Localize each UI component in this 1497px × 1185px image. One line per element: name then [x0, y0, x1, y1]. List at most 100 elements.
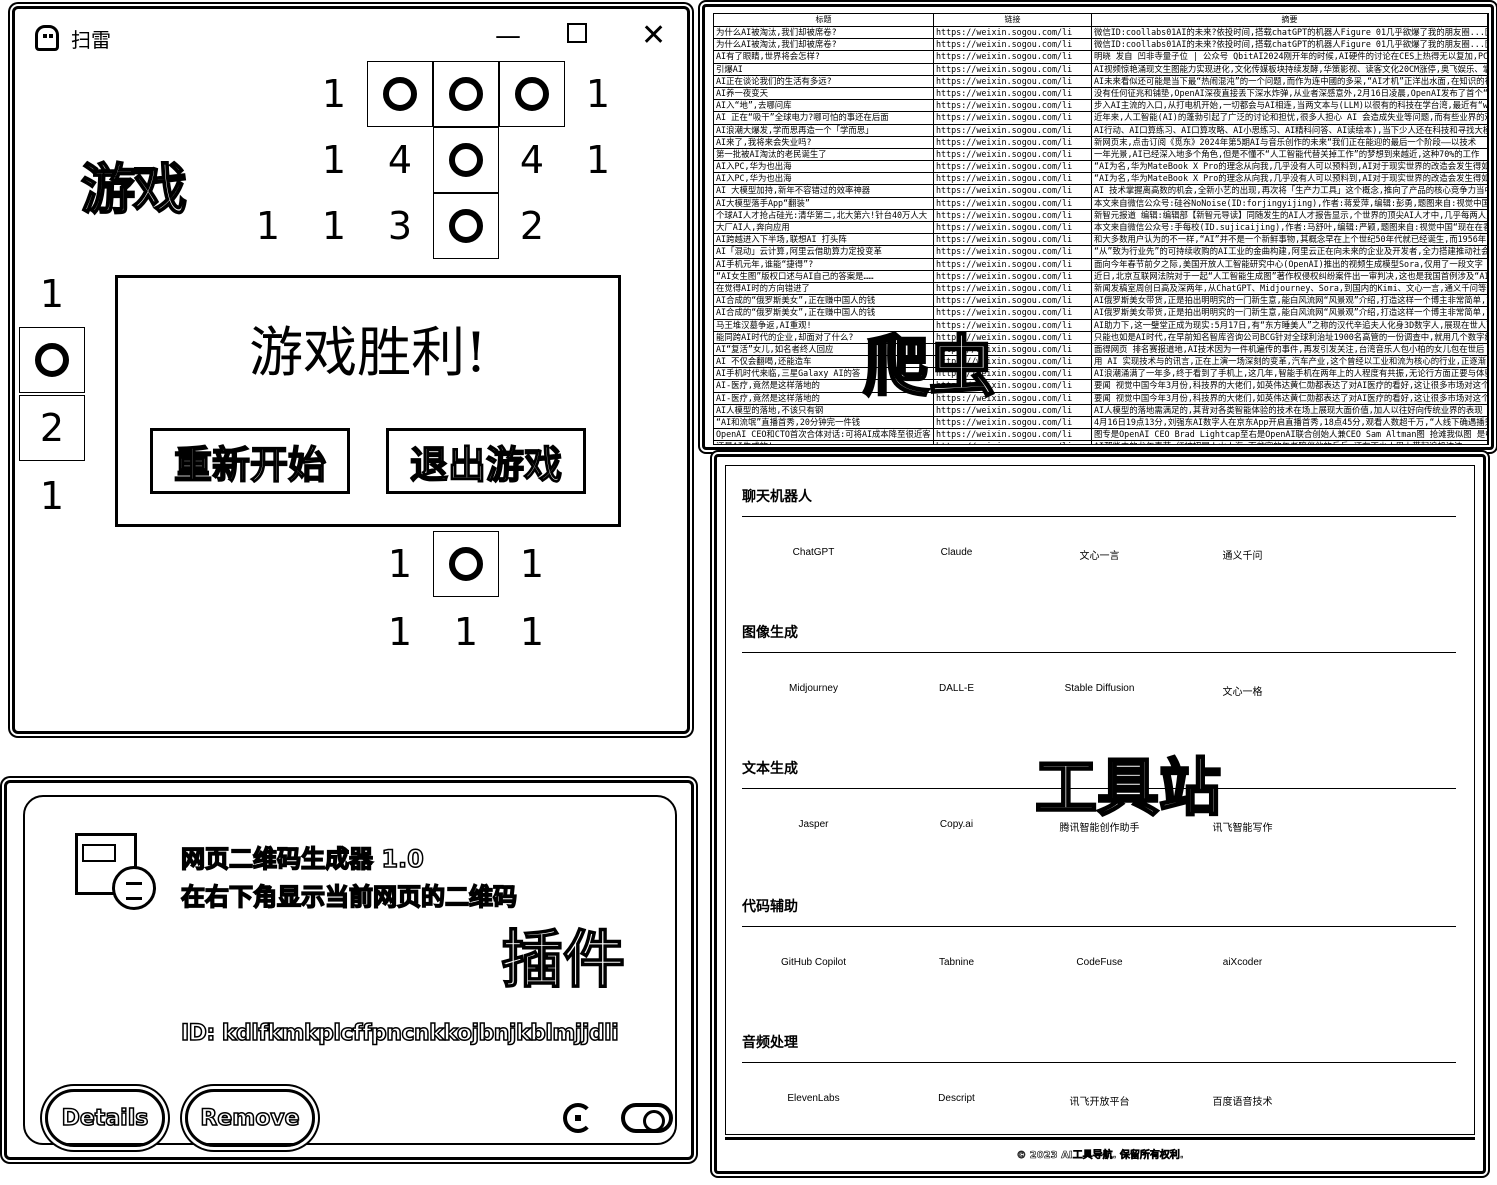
number-cell[interactable]: 4 — [367, 127, 433, 193]
tool-link[interactable]: 讯飞开放平台 — [1028, 1093, 1171, 1108]
table-row: AI入“地”,去哪问库 https://weixin.sogou.com/li 步入… — [714, 100, 1488, 113]
cell-link[interactable]: https://weixin.sogou.com/li — [934, 136, 1092, 148]
tool-link[interactable]: Jasper — [742, 819, 885, 834]
mine-cell[interactable] — [19, 327, 85, 393]
tool-link[interactable]: 通义千问 — [1171, 547, 1314, 562]
cell-title: AI合成的“俄罗斯美女”,正在赚中国人的钱 — [714, 295, 934, 307]
tool-link[interactable]: ElevenLabs — [742, 1093, 885, 1108]
cell-link[interactable]: https://weixin.sogou.com/li — [934, 246, 1092, 258]
mine-cell[interactable] — [433, 193, 499, 259]
cell-title: AI大模型落手App“翻装” — [714, 197, 934, 209]
number-cell[interactable]: 1 — [19, 261, 85, 327]
details-button[interactable]: Details — [45, 1089, 165, 1147]
tool-link[interactable]: ChatGPT — [742, 547, 885, 562]
number-cell[interactable]: 1 — [433, 599, 499, 665]
cell-link[interactable]: https://weixin.sogou.com/li — [934, 27, 1092, 39]
cell-link[interactable]: https://weixin.sogou.com/li — [934, 75, 1092, 87]
cell-link[interactable]: https://weixin.sogou.com/li — [934, 380, 1092, 392]
close-button[interactable]: ✕ — [641, 21, 666, 51]
cell-link[interactable]: https://weixin.sogou.com/li — [934, 319, 1092, 331]
mine-cell[interactable] — [499, 61, 565, 127]
enable-toggle[interactable] — [621, 1103, 673, 1133]
number-cell[interactable]: 1 — [301, 61, 367, 127]
cell-link[interactable]: https://weixin.sogou.com/li — [934, 270, 1092, 282]
cell-link[interactable]: https://weixin.sogou.com/li — [934, 234, 1092, 246]
tool-link[interactable]: aiXcoder — [1171, 957, 1314, 968]
number-cell[interactable]: 1 — [301, 193, 367, 259]
number-cell[interactable]: 1 — [301, 127, 367, 193]
mine-cell[interactable] — [367, 61, 433, 127]
tool-link[interactable]: GitHub Copilot — [742, 957, 885, 968]
cell-summary: 本文来自微信公众号:硅谷NoNoise(ID:forjingyijing),作者… — [1094, 197, 1488, 209]
cell-link[interactable]: https://weixin.sogou.com/li — [934, 112, 1092, 124]
cell-link[interactable]: https://weixin.sogou.com/li — [934, 343, 1092, 356]
number-cell[interactable]: 2 — [499, 193, 565, 259]
cell-link[interactable]: https://weixin.sogou.com/li — [934, 161, 1092, 173]
quit-game-button[interactable]: 退出游戏 — [386, 428, 586, 494]
reload-icon[interactable] — [563, 1103, 593, 1133]
extension-name: 网页二维码生成器 1.0 — [180, 844, 424, 874]
number-cell[interactable]: 2 — [19, 395, 85, 461]
tool-link[interactable]: Descript — [885, 1093, 1028, 1108]
cell-link[interactable]: https://weixin.sogou.com/li — [934, 392, 1092, 404]
cell-link[interactable]: https://weixin.sogou.com/li — [934, 282, 1092, 295]
tool-link[interactable]: Copy.ai — [885, 819, 1028, 834]
tool-link[interactable]: 腾讯智能创作助手 — [1028, 819, 1171, 834]
mine-cell[interactable] — [433, 127, 499, 193]
cell-title: AI来了,我将来会失业吗? — [714, 136, 934, 148]
cell-summary: 要闻 视觉中国今年3月份,科技界的大佬们,如英伟达黄仁勋都表达了对AI医疗的看好… — [1094, 392, 1488, 404]
cell-link[interactable]: https://weixin.sogou.com/li — [934, 100, 1092, 112]
cell-link[interactable]: https://weixin.sogou.com/li — [934, 87, 1092, 100]
tool-link[interactable]: Tabnine — [885, 957, 1028, 968]
tool-link[interactable]: Midjourney — [742, 683, 885, 698]
tool-link[interactable]: DALL-E — [885, 683, 1028, 698]
mine-cell[interactable] — [433, 531, 499, 597]
number-cell[interactable]: 1 — [565, 61, 631, 127]
minimize-button[interactable]: — — [495, 23, 521, 49]
cell-link[interactable]: https://weixin.sogou.com/li — [934, 63, 1092, 75]
cell-link[interactable]: https://weixin.sogou.com/li — [934, 331, 1092, 343]
cell-link[interactable]: https://weixin.sogou.com/li — [934, 209, 1092, 221]
maximize-button[interactable] — [567, 23, 587, 43]
tool-link[interactable]: Claude — [885, 547, 1028, 562]
cell-link[interactable]: https://weixin.sogou.com/li — [934, 307, 1092, 319]
tool-list: Jasper Copy.ai 腾讯智能创作助手 讯飞智能写作 — [742, 819, 1456, 834]
number-cell[interactable]: 1 — [499, 599, 565, 665]
tool-link[interactable]: 百度语音技术 — [1171, 1093, 1314, 1108]
number-cell[interactable]: 3 — [367, 193, 433, 259]
number-cell[interactable]: 1 — [19, 463, 85, 529]
cell-link[interactable]: https://weixin.sogou.com/li — [934, 429, 1092, 441]
cell-link[interactable]: https://weixin.sogou.com/li — [934, 197, 1092, 209]
cell-link[interactable]: https://weixin.sogou.com/li — [934, 185, 1092, 197]
tool-category: 文本生成 Jasper Copy.ai 腾讯智能创作助手 讯飞智能写作 — [742, 758, 1456, 834]
mine-cell[interactable] — [433, 61, 499, 127]
number-cell[interactable]: 1 — [367, 531, 433, 597]
cell-link[interactable]: https://weixin.sogou.com/li — [934, 222, 1092, 234]
cell-link[interactable]: https://weixin.sogou.com/li — [934, 173, 1092, 185]
tool-link[interactable]: CodeFuse — [1028, 957, 1171, 968]
tool-link[interactable]: Stable Diffusion — [1028, 683, 1171, 698]
cell-link[interactable]: https://weixin.sogou.com/li — [934, 368, 1092, 380]
table-row: 在觉得AI时的方向错进了 https://weixin.sogou.com/li 新… — [714, 282, 1488, 296]
cell-link[interactable]: https://weixin.sogou.com/li — [934, 124, 1092, 136]
number-cell[interactable]: 1 — [499, 531, 565, 597]
tool-link[interactable]: 文心一格 — [1171, 683, 1314, 698]
cell-link[interactable]: https://weixin.sogou.com/li — [934, 39, 1092, 51]
restart-button[interactable]: 重新开始 — [150, 428, 350, 494]
cell-link[interactable]: https://weixin.sogou.com/li — [934, 441, 1092, 444]
cell-link[interactable]: https://weixin.sogou.com/li — [934, 51, 1092, 63]
cell-title: AI 正在“吸干”全球电力?哪可怕的事还在后面 — [714, 112, 934, 124]
cell-link[interactable]: https://weixin.sogou.com/li — [934, 295, 1092, 307]
tool-link[interactable]: 讯飞智能写作 — [1171, 819, 1314, 834]
number-cell[interactable]: 1 — [367, 599, 433, 665]
cell-link[interactable]: https://weixin.sogou.com/li — [934, 356, 1092, 368]
number-cell[interactable]: 4 — [499, 127, 565, 193]
number-cell[interactable]: 1 — [565, 127, 631, 193]
cell-link[interactable]: https://weixin.sogou.com/li — [934, 417, 1092, 429]
tool-link[interactable]: 文心一言 — [1028, 547, 1171, 562]
number-cell[interactable]: 1 — [235, 193, 301, 259]
cell-link[interactable]: https://weixin.sogou.com/li — [934, 148, 1092, 161]
cell-link[interactable]: https://weixin.sogou.com/li — [934, 258, 1092, 270]
remove-button[interactable]: Remove — [185, 1089, 315, 1147]
cell-link[interactable]: https://weixin.sogou.com/li — [934, 404, 1092, 416]
